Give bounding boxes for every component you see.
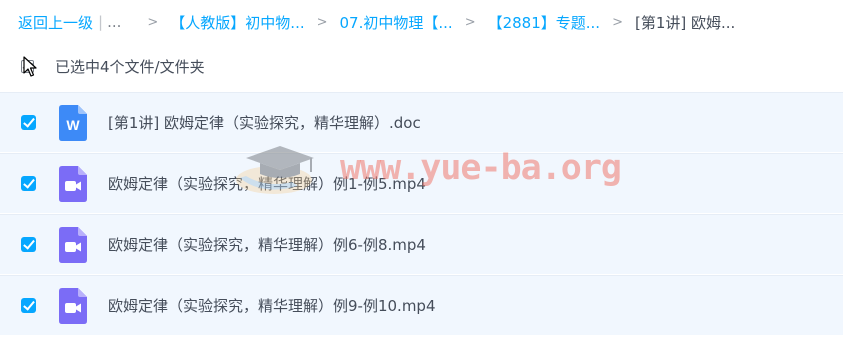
breadcrumb-item[interactable]: 07.初中物理【... (340, 12, 453, 33)
breadcrumb-item[interactable]: 【2881】专题... (488, 12, 600, 33)
file-row[interactable]: W [第1讲] 欧姆定律（实验探究，精华理解）.doc (0, 92, 843, 152)
breadcrumb-divider: | (98, 13, 104, 31)
file-row[interactable]: 欧姆定律（实验探究，精华理解）例1-例5.mp4 (0, 153, 843, 213)
file-row[interactable]: 欧姆定律（实验探究，精华理解）例9-例10.mp4 (0, 275, 843, 335)
breadcrumb-item[interactable]: 【人教版】初中物... (170, 12, 304, 33)
mouse-cursor-icon (23, 56, 37, 77)
breadcrumb-separator-icon: > (612, 14, 623, 30)
svg-text:W: W (66, 117, 80, 133)
file-name[interactable]: 欧姆定律（实验探究，精华理解）例1-例5.mp4 (108, 173, 426, 194)
breadcrumb-separator-icon: > (464, 14, 476, 30)
breadcrumb-current: [第1讲] 欧姆... (634, 13, 736, 32)
file-name[interactable]: 欧姆定律（实验探究，精华理解）例6-例8.mp4 (108, 234, 426, 255)
file-row[interactable]: 欧姆定律（实验探究，精华理解）例6-例8.mp4 (0, 214, 843, 274)
row-checkbox-checked[interactable] (21, 237, 36, 252)
video-file-icon (59, 287, 87, 324)
breadcrumb: 返回上一级 | ... > 【人教版】初中物... > 07.初中物理【... … (18, 11, 735, 33)
row-checkbox-checked[interactable] (21, 176, 36, 191)
video-file-icon (59, 165, 87, 202)
row-checkbox-checked[interactable] (21, 115, 36, 130)
file-name[interactable]: 欧姆定律（实验探究，精华理解）例9-例10.mp4 (108, 295, 436, 316)
video-file-icon (59, 226, 87, 263)
back-up-link[interactable]: 返回上一级 (18, 12, 93, 33)
file-manager-page: 返回上一级 | ... > 【人教版】初中物... > 07.初中物理【... … (0, 0, 843, 348)
selection-header: 已选中4个文件/文件夹 (21, 55, 205, 77)
file-list: W [第1讲] 欧姆定律（实验探究，精华理解）.doc 欧姆定律（实验探究，精华… (0, 92, 843, 336)
breadcrumb-separator-icon: > (147, 14, 159, 30)
word-doc-icon: W (59, 104, 87, 141)
selection-summary: 已选中4个文件/文件夹 (55, 57, 205, 76)
breadcrumb-ellipsis[interactable]: ... (107, 13, 121, 31)
file-name[interactable]: [第1讲] 欧姆定律（实验探究，精华理解）.doc (108, 112, 421, 133)
breadcrumb-separator-icon: > (316, 14, 328, 30)
row-checkbox-checked[interactable] (21, 298, 36, 313)
